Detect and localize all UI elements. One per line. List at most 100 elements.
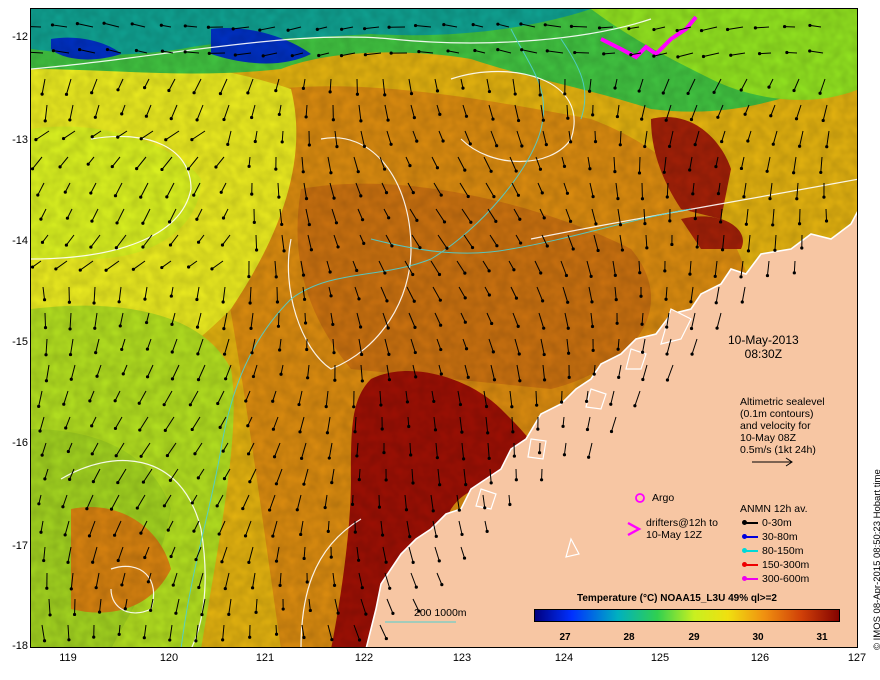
velocity-arrow-head (466, 375, 470, 379)
velocity-arrow-head (404, 508, 409, 512)
velocity-arrow-head (588, 89, 592, 93)
velocity-arrow-head (78, 47, 82, 52)
velocity-arrow-head (514, 296, 519, 300)
velocity-arrow-head (363, 27, 367, 31)
velocity-arrow-head (415, 139, 419, 143)
velocity-arrow-head (461, 86, 465, 90)
velocity-arrow-head (166, 528, 170, 532)
velocity-arrow-head (194, 639, 198, 643)
velocity-arrow-head (271, 534, 275, 538)
velocity-arrow-head (513, 92, 517, 96)
velocity-arrow-head (304, 115, 308, 119)
anmn-legend-label: 80-150m (762, 545, 804, 557)
velocity-arrow-head (769, 114, 773, 118)
velocity-arrow-head (165, 453, 170, 458)
velocity-arrow-head (538, 93, 542, 97)
velocity-arrow-head (613, 86, 617, 90)
velocity-arrow-head (226, 142, 230, 147)
velocity-arrow-head (616, 347, 620, 351)
velocity-arrow-head (219, 190, 223, 194)
velocity-arrow-head (821, 118, 825, 123)
velocity-arrow (825, 208, 828, 222)
velocity-arrow-head (512, 268, 516, 272)
velocity-arrow-head (442, 22, 446, 27)
velocity-arrow-head (329, 294, 333, 298)
velocity-arrow-head (573, 50, 577, 55)
velocity-arrow-head (196, 240, 201, 244)
velocity-arrow-head (134, 48, 139, 53)
velocity-arrow (255, 234, 258, 251)
velocity-arrow-head (585, 427, 590, 432)
velocity-arrow-head (384, 190, 389, 195)
velocity-arrow-head (305, 347, 309, 352)
velocity-arrow-head (487, 89, 492, 94)
velocity-arrow-head (63, 190, 67, 194)
velocity-arrow-head (357, 297, 361, 301)
velocity-arrow-head (139, 531, 143, 535)
velocity-arrow-head (183, 24, 187, 28)
velocity-arrow-head (280, 222, 284, 227)
velocity-arrow-head (231, 27, 235, 31)
velocity-arrow-head (116, 88, 120, 92)
velocity-arrow-head (277, 195, 281, 199)
colorbar-label: 29 (688, 632, 700, 643)
velocity-arrow-head (162, 504, 167, 508)
velocity-arrow-head (246, 91, 250, 95)
velocity-arrow-head (44, 353, 48, 357)
velocity-arrow-head (261, 54, 265, 58)
velocity-arrow-head (489, 169, 493, 173)
velocity-arrow-head (539, 271, 543, 275)
argo-marker-icon (635, 493, 645, 503)
velocity-arrow-head (220, 560, 224, 564)
sst-map (31, 9, 857, 647)
velocity-arrow-head (665, 352, 669, 356)
velocity-arrow-head (123, 607, 127, 611)
velocity-arrow-head (121, 372, 125, 376)
velocity-arrow-head (439, 323, 443, 327)
velocity-arrow-head (37, 502, 41, 506)
colorbar (534, 609, 840, 622)
velocity-arrow-head (305, 580, 309, 584)
map-panel: 200 1000m (30, 8, 858, 648)
velocity-arrow-head (301, 86, 306, 90)
velocity-arrow-head (408, 164, 412, 168)
velocity-arrow-head (141, 245, 145, 249)
velocity-arrow-head (68, 118, 72, 122)
velocity-arrow-head (739, 88, 743, 92)
drifters-line: drifters@12h to (646, 517, 718, 529)
velocity-arrow (571, 25, 588, 28)
velocity-arrow-head (66, 560, 70, 564)
velocity-arrow-head (487, 269, 491, 273)
velocity-arrow-head (272, 455, 277, 459)
velocity-arrow-head (590, 324, 595, 329)
velocity-arrow-head (613, 170, 617, 174)
velocity-arrow-head (363, 53, 368, 57)
velocity-arrow-head (387, 378, 392, 382)
velocity-arrow-head (561, 424, 565, 428)
velocity-arrow-head (143, 555, 147, 560)
velocity-arrow-head (520, 144, 524, 148)
velocity-arrow-head (797, 222, 802, 226)
velocity-arrow (409, 442, 412, 455)
velocity-arrow-head (271, 427, 276, 431)
velocity-arrow-head (490, 321, 494, 326)
velocity-arrow-head (357, 478, 361, 482)
velocity-arrow-head (90, 135, 94, 139)
velocity-arrow-head (640, 117, 644, 121)
velocity-arrow-head (142, 636, 146, 640)
velocity-arrow-head (716, 115, 720, 119)
x-tick: 127 (847, 652, 867, 664)
velocity-arrow-head (491, 350, 495, 354)
velocity-arrow-head (143, 297, 147, 301)
velocity-arrow-head (200, 613, 204, 617)
velocity-arrow-head (104, 268, 108, 272)
velocity-arrow-head (247, 274, 251, 279)
velocity-arrow-head (464, 483, 468, 487)
depth-arrow-icon (742, 576, 758, 582)
velocity-arrow-head (496, 22, 500, 26)
velocity-arrow-head (42, 558, 46, 563)
velocity-arrow-head (281, 607, 285, 611)
velocity-arrow-head (105, 47, 110, 52)
velocity-arrow-head (614, 298, 618, 302)
velocity-arrow-head (114, 454, 118, 458)
